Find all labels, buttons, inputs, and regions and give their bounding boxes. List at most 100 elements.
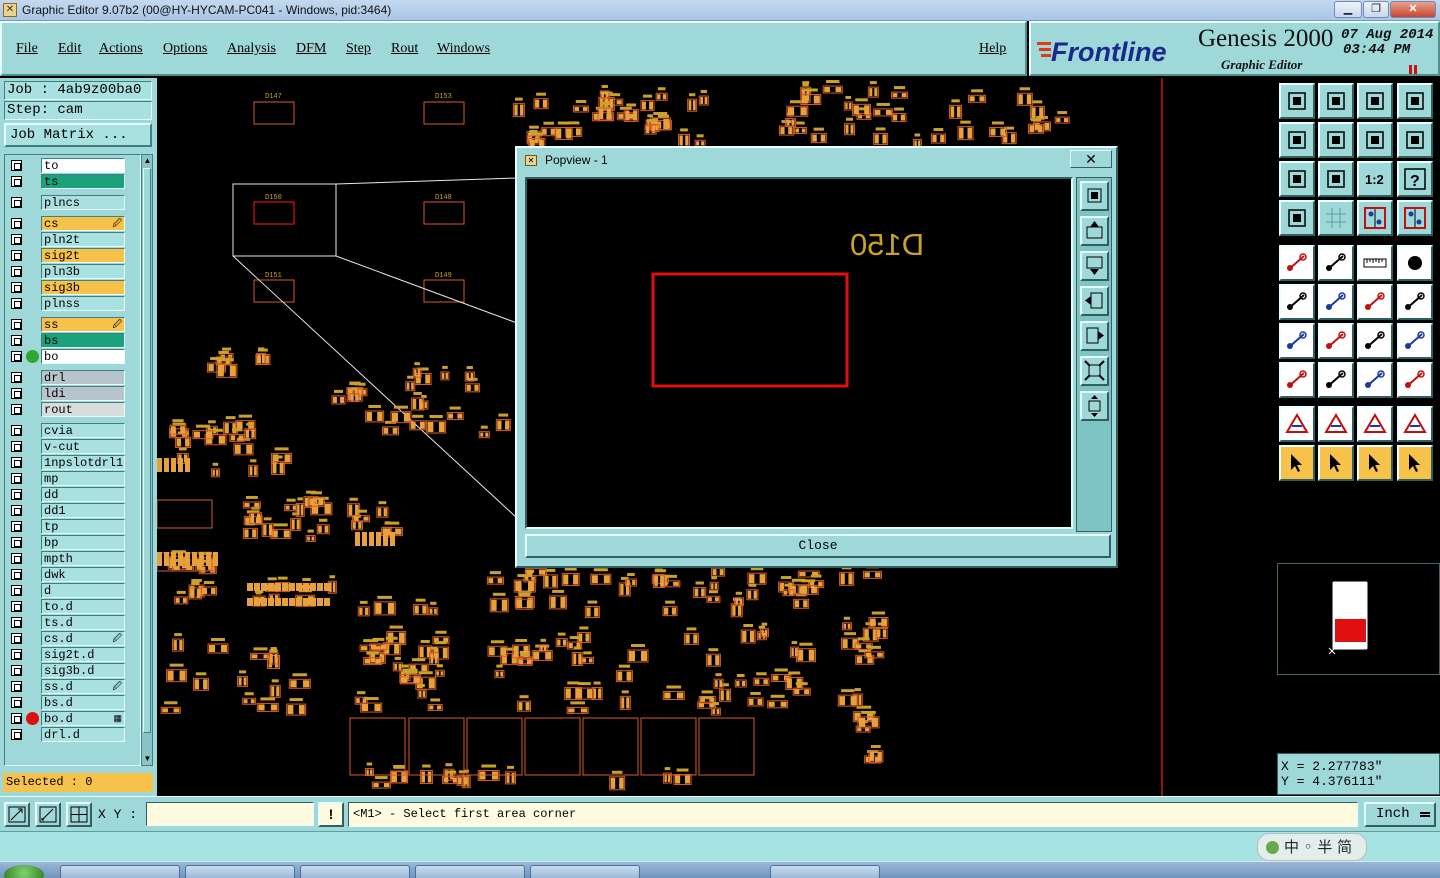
- pv-pan-left-icon[interactable]: [1080, 286, 1109, 316]
- layer-row-ts[interactable]: ts: [7, 174, 127, 189]
- connect-icon[interactable]: [1279, 284, 1315, 320]
- layer-name[interactable]: 1npslotdrl1: [41, 455, 125, 470]
- layer-checkbox[interactable]: [11, 351, 22, 362]
- zoom-center-icon[interactable]: [1318, 161, 1354, 197]
- layer-name[interactable]: tp: [41, 519, 125, 534]
- layer-row-to[interactable]: to: [7, 158, 127, 173]
- pv-zoom-vertical-icon[interactable]: [1080, 391, 1109, 421]
- help-icon[interactable]: ?: [1397, 161, 1433, 197]
- draw-line-icon[interactable]: [1318, 245, 1354, 281]
- layer-checkbox[interactable]: [11, 489, 22, 500]
- pointer-icon[interactable]: [1279, 445, 1315, 481]
- layer-row-ldi[interactable]: ldi: [7, 386, 127, 401]
- layer-row-cvia[interactable]: cvia: [7, 423, 127, 438]
- layer-checkbox[interactable]: [11, 425, 22, 436]
- layer-row-drl[interactable]: drl: [7, 370, 127, 385]
- triangle-up-icon[interactable]: [1318, 406, 1354, 442]
- warning-button[interactable]: !: [318, 802, 344, 827]
- pv-pan-down-icon[interactable]: [1080, 251, 1109, 281]
- layer-name[interactable]: ts.d: [41, 615, 125, 630]
- layer-row-sig3b[interactable]: sig3b: [7, 280, 127, 295]
- taskbar-button[interactable]: [60, 865, 180, 878]
- layer-checkbox[interactable]: [11, 521, 22, 532]
- layer-name[interactable]: ts: [41, 174, 125, 189]
- layer-checkbox[interactable]: [11, 601, 22, 612]
- ime-indicator[interactable]: 中 ◦ 半 简: [1257, 833, 1367, 861]
- menu-options[interactable]: Options: [163, 41, 207, 57]
- popview-close-icon[interactable]: ✕: [1070, 150, 1112, 168]
- layer-checkbox[interactable]: [11, 319, 22, 330]
- measure-icon[interactable]: [35, 802, 61, 827]
- layer-name[interactable]: dd: [41, 487, 125, 502]
- layer-compare-2-icon[interactable]: [1397, 200, 1433, 236]
- layer-checkbox[interactable]: [11, 298, 22, 309]
- layer-checkbox[interactable]: [11, 633, 22, 644]
- save-icon[interactable]: [1318, 83, 1354, 119]
- pointer-box-icon[interactable]: [1318, 445, 1354, 481]
- layer-name[interactable]: cs 🖉: [41, 216, 125, 231]
- triangle-flat-icon[interactable]: [1397, 406, 1433, 442]
- layer-row-1npslotdrl1[interactable]: 1npslotdrl1: [7, 455, 127, 470]
- menu-edit[interactable]: Edit: [58, 41, 81, 57]
- layer-name[interactable]: ldi: [41, 386, 125, 401]
- layer-name[interactable]: rout: [41, 402, 125, 417]
- layer-row-mpth[interactable]: mpth: [7, 551, 127, 566]
- pv-pan-right-icon[interactable]: [1080, 321, 1109, 351]
- taskbar-button[interactable]: [530, 865, 640, 878]
- menu-dfm[interactable]: DFM: [296, 41, 326, 57]
- layer-name[interactable]: sig2t: [41, 248, 125, 263]
- mini-view[interactable]: [1277, 563, 1440, 675]
- window-icon[interactable]: [1397, 83, 1433, 119]
- layer-checkbox[interactable]: [11, 585, 22, 596]
- layer-checkbox[interactable]: [11, 441, 22, 452]
- pv-zoom-home-icon[interactable]: [1080, 181, 1109, 211]
- layer-row-rout[interactable]: rout: [7, 402, 127, 417]
- route-icon[interactable]: [1397, 284, 1433, 320]
- layer-row-d[interactable]: d: [7, 583, 127, 598]
- start-icon[interactable]: [4, 865, 44, 878]
- layer-name[interactable]: plncs: [41, 195, 125, 210]
- layer-row-tp[interactable]: tp: [7, 519, 127, 534]
- taskbar-button[interactable]: [300, 865, 410, 878]
- layer-row-ts-d[interactable]: ts.d: [7, 615, 127, 630]
- layer-name[interactable]: sig3b.d: [41, 663, 125, 678]
- layer-row-plncs[interactable]: plncs: [7, 195, 127, 210]
- layer-row-drl-d[interactable]: drl.d: [7, 727, 127, 742]
- pv-pan-up-icon[interactable]: [1080, 216, 1109, 246]
- layer-row-cs-d[interactable]: cs.d 🖉: [7, 631, 127, 646]
- layer-row-cs[interactable]: cs 🖉: [7, 216, 127, 231]
- layer-row-bo[interactable]: bo: [7, 349, 127, 364]
- layer-row-mp[interactable]: mp: [7, 471, 127, 486]
- pause-icon[interactable]: [1409, 63, 1419, 74]
- layer-checkbox[interactable]: [11, 473, 22, 484]
- layer-name[interactable]: ss 🖉: [41, 317, 125, 332]
- menu-step[interactable]: Step: [346, 41, 371, 57]
- taskbar-button[interactable]: [415, 865, 525, 878]
- layer-name[interactable]: cvia: [41, 423, 125, 438]
- layer-name[interactable]: mp: [41, 471, 125, 486]
- layer-checkbox[interactable]: [11, 372, 22, 383]
- close-window-button[interactable]: ✕: [1390, 1, 1436, 18]
- layer-name[interactable]: bo.d ▦: [41, 711, 125, 726]
- delete-icon[interactable]: [1318, 284, 1354, 320]
- layer-checkbox[interactable]: [11, 218, 22, 229]
- layer-row-pln2t[interactable]: pln2t: [7, 232, 127, 247]
- layer-row-bs[interactable]: bs: [7, 333, 127, 348]
- grid-icon[interactable]: [66, 802, 92, 827]
- layer-row-pln3b[interactable]: pln3b: [7, 264, 127, 279]
- layer-name[interactable]: dd1: [41, 503, 125, 518]
- layer-checkbox[interactable]: [11, 404, 22, 415]
- layer-name[interactable]: v-cut: [41, 439, 125, 454]
- layer-name[interactable]: bs: [41, 333, 125, 348]
- menu-rout[interactable]: Rout: [391, 41, 418, 57]
- layer-checkbox[interactable]: [11, 266, 22, 277]
- layer-checkbox[interactable]: [11, 234, 22, 245]
- home-icon[interactable]: [1357, 83, 1393, 119]
- job-matrix-button[interactable]: Job Matrix ...: [4, 123, 152, 147]
- layer-checkbox[interactable]: [11, 697, 22, 708]
- layer-row-dd[interactable]: dd: [7, 487, 127, 502]
- taskbar-button[interactable]: [770, 865, 880, 878]
- minimize-button[interactable]: ▁: [1334, 1, 1362, 18]
- pointer-circle-icon[interactable]: [1357, 445, 1393, 481]
- layer-row-plnss[interactable]: plnss: [7, 296, 127, 311]
